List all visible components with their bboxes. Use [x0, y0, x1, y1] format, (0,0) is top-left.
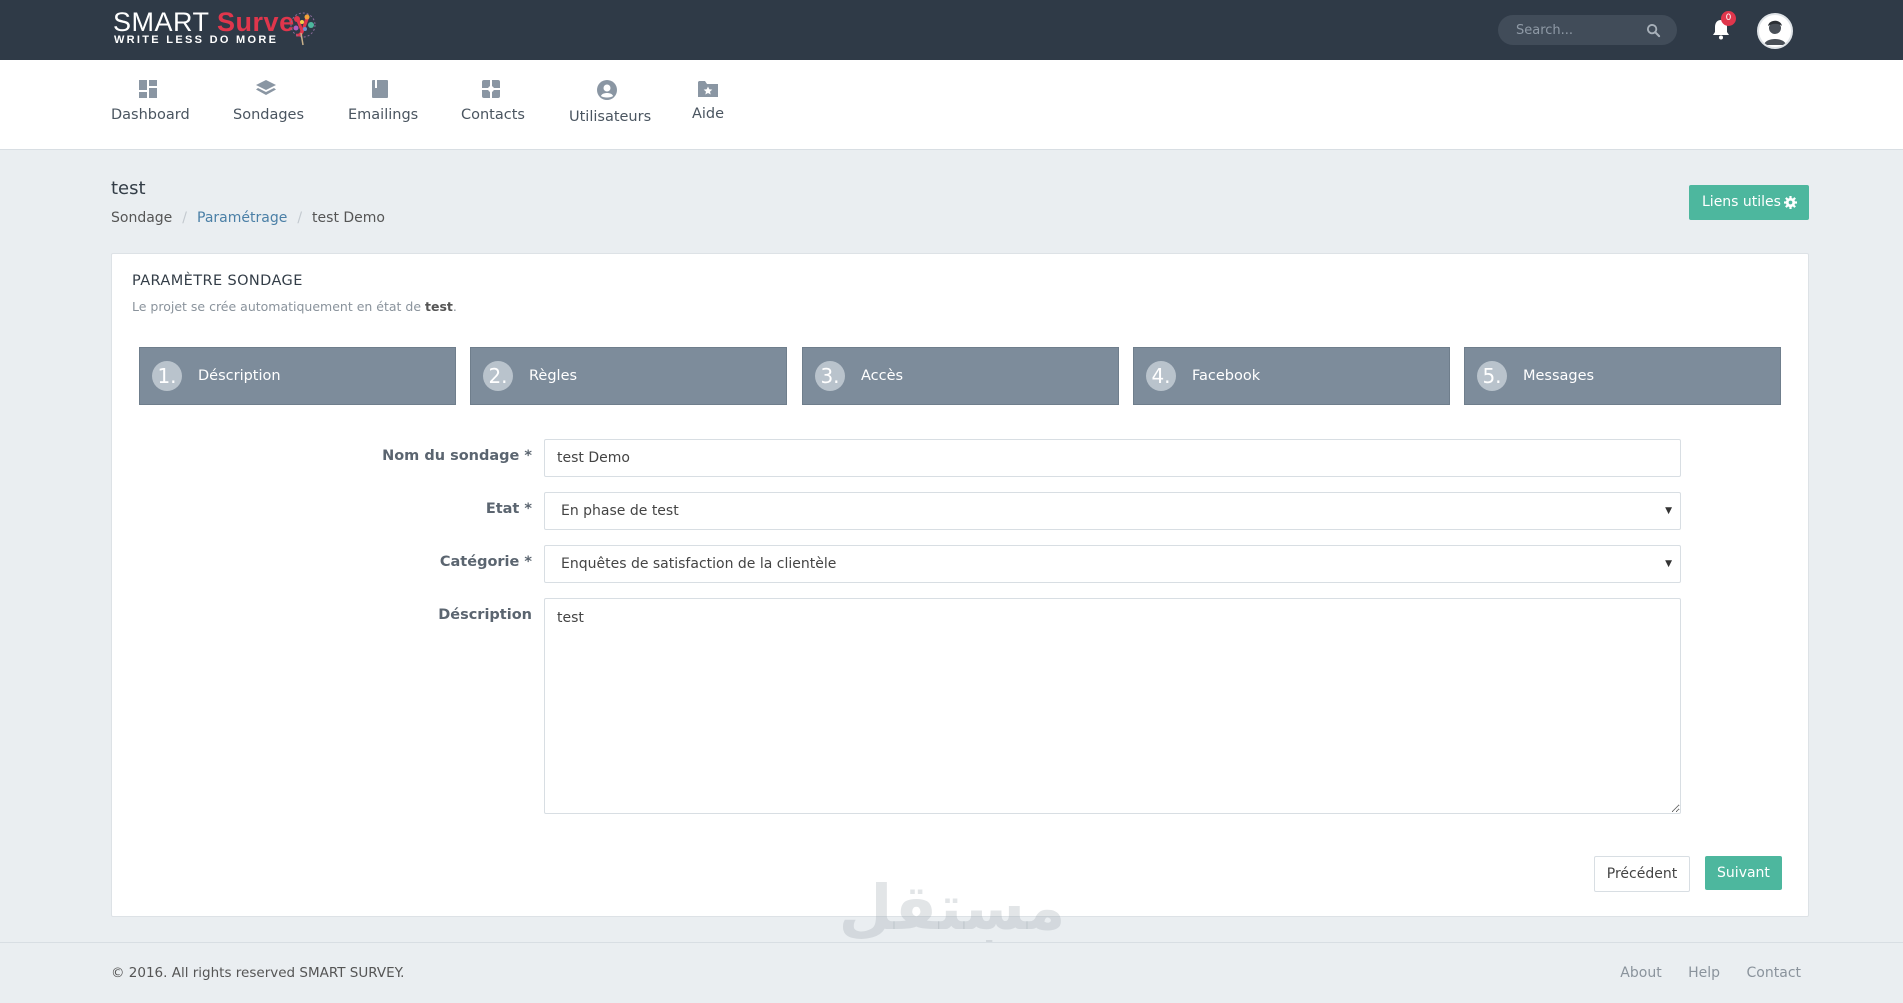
logo-smart-text: SMART: [113, 7, 210, 37]
dashboard-icon: [139, 80, 157, 98]
search-icon[interactable]: [1646, 23, 1661, 38]
footer-links: About Help Contact: [1598, 965, 1801, 981]
breadcrumb-separator: /: [297, 210, 303, 226]
nav-item-emailings[interactable]: Emailings: [348, 80, 419, 136]
step-label: Déscription: [198, 368, 281, 384]
logo-mark-icon: [290, 12, 316, 46]
step-label: Règles: [529, 368, 578, 384]
search-input[interactable]: [1516, 20, 1646, 40]
subtitle-suffix: .: [452, 299, 457, 314]
book-icon: [372, 80, 388, 98]
state-select[interactable]: En phase de test ▼: [544, 492, 1681, 530]
nav-item-contacts[interactable]: Contacts: [461, 80, 525, 136]
nav-item-utilisateurs[interactable]: Utilisateurs: [569, 80, 652, 136]
footer-link-about[interactable]: About: [1620, 965, 1661, 981]
contacts-icon: [482, 80, 500, 98]
footer: © 2016. All rights reserved SMART SURVEY…: [0, 942, 1903, 1003]
user-circle-icon: [597, 80, 617, 100]
previous-button[interactable]: Précédent: [1594, 856, 1690, 892]
breadcrumb-item-parametrage[interactable]: Paramétrage: [197, 210, 287, 226]
subtitle-bold-state: test: [425, 299, 453, 314]
layers-icon: [256, 80, 276, 95]
step-number: 1.: [152, 361, 182, 391]
nav-label-emailings: Emailings: [348, 107, 419, 123]
step-tab-facebook[interactable]: 4. Facebook: [1133, 347, 1450, 405]
breadcrumb: Sondage / Paramétrage / test Demo: [111, 210, 385, 226]
nav-label-dashboard: Dashboard: [111, 107, 190, 123]
nav-label-sondages: Sondages: [233, 107, 305, 123]
step-label: Accès: [861, 368, 904, 384]
survey-name-input[interactable]: [544, 439, 1681, 477]
step-tab-acces[interactable]: 3. Accès: [802, 347, 1119, 405]
step-label: Facebook: [1192, 368, 1261, 384]
step-label: Messages: [1523, 368, 1595, 384]
useful-links-button[interactable]: Liens utiles: [1689, 185, 1809, 220]
category-selected-value: Enquêtes de satisfaction de la clientèle: [561, 556, 837, 572]
card-subtitle: Le projet se crée automatiquement en éta…: [132, 299, 457, 314]
survey-settings-card: PARAMÈTRE SONDAGE Le projet se crée auto…: [111, 253, 1809, 917]
step-number: 4.: [1146, 361, 1176, 391]
description-label: Déscription: [438, 607, 532, 623]
breadcrumb-separator: /: [182, 210, 188, 226]
breadcrumb-item-sondage[interactable]: Sondage: [111, 210, 172, 226]
folder-star-icon: [698, 81, 718, 97]
app-logo[interactable]: SMART Survey WRITE LESS DO MORE: [111, 7, 331, 51]
card-title: PARAMÈTRE SONDAGE: [132, 273, 303, 289]
category-label: Catégorie *: [439, 554, 532, 570]
step-tab-regles[interactable]: 2. Règles: [470, 347, 787, 405]
main-navigation: Dashboard Sondages Emailings Contacts Ut…: [0, 60, 1903, 150]
logo-wordmark: SMART Survey: [113, 7, 310, 37]
search-box: [1498, 15, 1677, 45]
survey-name-label: Nom du sondage *: [382, 448, 532, 464]
avatar[interactable]: [1757, 13, 1793, 49]
page-title: test: [111, 178, 146, 199]
state-selected-value: En phase de test: [561, 503, 679, 519]
step-tab-description[interactable]: 1. Déscription: [139, 347, 456, 405]
logo-tagline: WRITE LESS DO MORE: [114, 34, 279, 46]
nav-item-dashboard[interactable]: Dashboard: [111, 80, 190, 136]
nav-item-aide[interactable]: Aide: [691, 80, 725, 136]
subtitle-text: Le projet se crée automatiquement en éta…: [132, 299, 426, 314]
nav-item-sondages[interactable]: Sondages: [233, 80, 305, 136]
chevron-down-icon: ▼: [1665, 506, 1672, 516]
notification-badge: 0: [1721, 11, 1736, 26]
step-number: 3.: [815, 361, 845, 391]
chevron-down-icon: ▼: [1665, 559, 1672, 569]
step-number: 5.: [1477, 361, 1507, 391]
nav-label-contacts: Contacts: [461, 107, 525, 123]
user-avatar-icon: [1764, 20, 1786, 45]
category-select[interactable]: Enquêtes de satisfaction de la clientèle…: [544, 545, 1681, 583]
next-button[interactable]: Suivant: [1705, 856, 1782, 890]
breadcrumb-item-current: test Demo: [312, 210, 385, 226]
footer-link-help[interactable]: Help: [1688, 965, 1720, 981]
footer-copyright: © 2016. All rights reserved SMART SURVEY…: [111, 965, 405, 981]
nav-label-aide: Aide: [691, 106, 725, 122]
nav-label-utilisateurs: Utilisateurs: [569, 109, 652, 125]
description-textarea[interactable]: test: [544, 598, 1681, 814]
gear-icon: [1784, 196, 1797, 209]
state-label: Etat *: [485, 501, 532, 517]
step-number: 2.: [483, 361, 513, 391]
top-bar: SMART Survey WRITE LESS DO MORE 0: [0, 0, 1903, 60]
useful-links-label: Liens utiles: [1702, 194, 1781, 210]
step-tab-messages[interactable]: 5. Messages: [1464, 347, 1781, 405]
footer-link-contact[interactable]: Contact: [1747, 965, 1801, 981]
